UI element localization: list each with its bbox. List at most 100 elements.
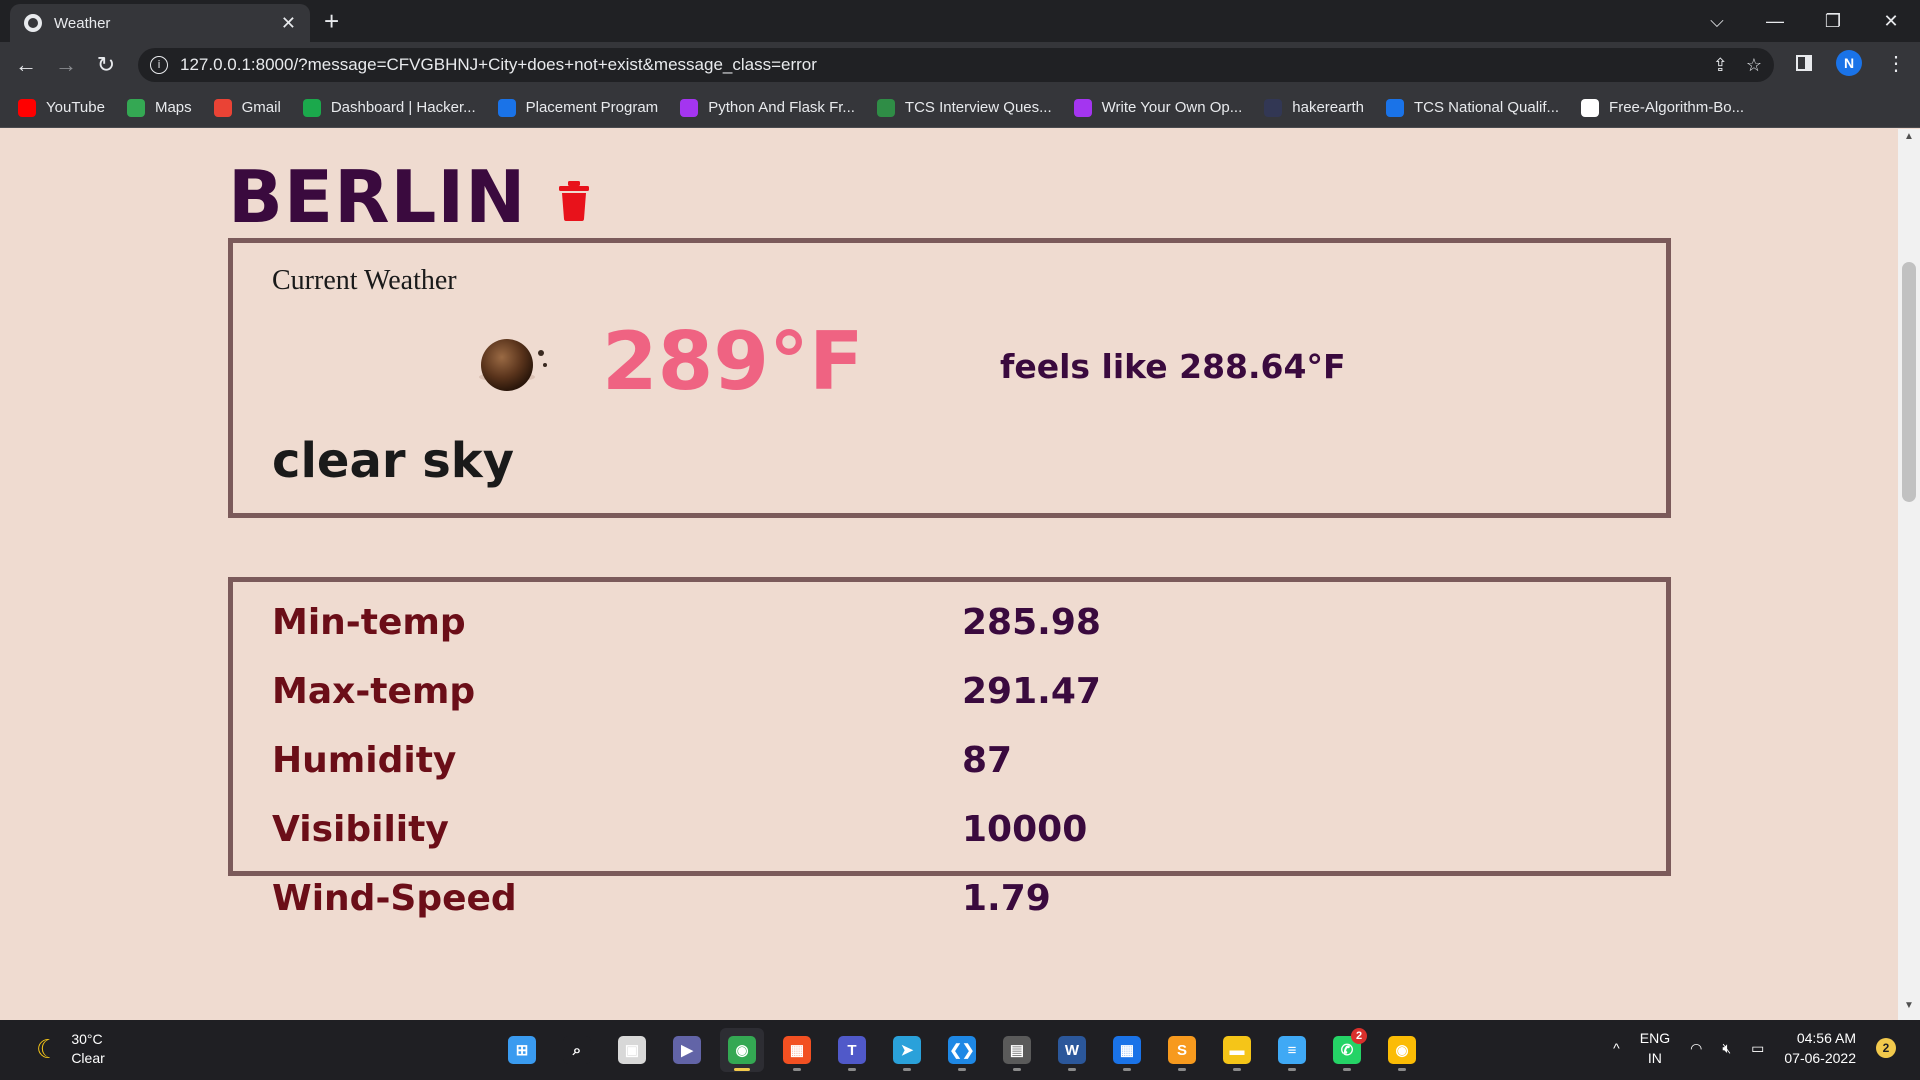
stat-value: 87: [962, 740, 1013, 781]
scroll-thumb[interactable]: [1902, 262, 1916, 502]
clock-date: 07-06-2022: [1784, 1050, 1856, 1066]
close-window-button[interactable]: ✕: [1862, 11, 1920, 32]
tcs-icon: [1385, 98, 1404, 117]
calculator-icon: ▤: [1003, 1036, 1031, 1064]
stat-row: Wind-Speed 1.79: [272, 878, 1632, 938]
notepad-app[interactable]: ≡: [1270, 1028, 1314, 1072]
vscode-app[interactable]: ❮❯: [940, 1028, 984, 1072]
bookmark-label: Free-Algorithm-Bo...: [1609, 99, 1745, 116]
bookmark-item[interactable]: Maps: [126, 98, 192, 117]
wifi-icon[interactable]: ◠: [1690, 1040, 1702, 1057]
bookmark-item[interactable]: Placement Program: [497, 98, 659, 117]
teams-app[interactable]: T: [830, 1028, 874, 1072]
bookmark-item[interactable]: TCS Interview Ques...: [876, 98, 1052, 117]
sublime-app[interactable]: S: [1160, 1028, 1204, 1072]
taskbar-weather-desc: Clear: [71, 1050, 105, 1066]
chrome-profile-app[interactable]: ◉: [1380, 1028, 1424, 1072]
running-indicator: [1178, 1068, 1186, 1071]
stat-label: Humidity: [272, 740, 457, 781]
profile-avatar[interactable]: N: [1836, 50, 1862, 76]
stat-value: 285.98: [962, 602, 1101, 643]
reload-button[interactable]: ↻: [86, 52, 126, 78]
running-indicator: [1233, 1068, 1241, 1071]
running-indicator: [1398, 1068, 1406, 1071]
scroll-down-arrow[interactable]: ▼: [1898, 1000, 1920, 1018]
bookmark-item[interactable]: Dashboard | Hacker...: [302, 98, 476, 117]
bookmark-label: YouTube: [46, 99, 105, 116]
clock-time: 04:56 AM: [1796, 1030, 1856, 1046]
gmail-icon: [213, 98, 232, 117]
bookmark-item[interactable]: TCS National Qualif...: [1385, 98, 1559, 117]
bookmark-item[interactable]: Write Your Own Op...: [1073, 98, 1243, 117]
volume-muted-icon[interactable]: 🔇︎: [1722, 1040, 1731, 1057]
store-app[interactable]: ▦: [775, 1028, 819, 1072]
restore-button[interactable]: ❐: [1804, 11, 1862, 32]
address-bar[interactable]: i 127.0.0.1:8000/?message=CFVGBHNJ+City+…: [138, 48, 1774, 82]
maps-icon: [126, 98, 145, 117]
placement-icon: [497, 98, 516, 117]
stat-row: Max-temp 291.47: [272, 671, 1632, 731]
new-tab-button[interactable]: +: [324, 6, 339, 37]
taskbar-weather-widget[interactable]: ☾ 30°C Clear: [36, 1030, 105, 1068]
bookmark-label: Dashboard | Hacker...: [330, 99, 476, 116]
back-button[interactable]: ←: [6, 52, 46, 78]
task-view-button[interactable]: ▣: [610, 1028, 654, 1072]
window-controls: ⌵ — ❐ ✕: [1688, 0, 1920, 42]
notepad-icon: ≡: [1278, 1036, 1306, 1064]
bookmark-item[interactable]: YouTube: [18, 98, 105, 117]
bookmark-item[interactable]: Free-Algorithm-Bo...: [1581, 98, 1745, 117]
calculator-app[interactable]: ▤: [995, 1028, 1039, 1072]
scroll-up-arrow[interactable]: ▲: [1898, 131, 1920, 149]
file-explorer-app[interactable]: ▬: [1215, 1028, 1259, 1072]
stat-label: Min-temp: [272, 602, 466, 643]
clock[interactable]: 04:56 AM 07-06-2022: [1784, 1028, 1856, 1068]
menu-icon[interactable]: ⋮: [1886, 51, 1906, 76]
chrome-app[interactable]: ◉: [720, 1028, 764, 1072]
side-panel-icon[interactable]: [1796, 55, 1812, 71]
page-scrollbar[interactable]: ▲ ▼: [1898, 129, 1920, 1020]
stat-row: Humidity 87: [272, 740, 1632, 800]
browser-tab[interactable]: Weather ✕: [10, 4, 310, 42]
vscode-icon: ❮❯: [948, 1036, 976, 1064]
search-button[interactable]: ⌕: [555, 1028, 599, 1072]
share-icon[interactable]: ⇪: [1713, 55, 1728, 76]
site-info-icon[interactable]: i: [150, 56, 168, 74]
chrome-profile-icon: ◉: [1388, 1036, 1416, 1064]
language-indicator[interactable]: ENG IN: [1640, 1028, 1670, 1068]
chat-app[interactable]: ▶: [665, 1028, 709, 1072]
stat-row: Visibility 10000: [272, 809, 1632, 869]
running-indicator: [1288, 1068, 1296, 1071]
minimize-button[interactable]: —: [1746, 11, 1804, 32]
tab-search-icon[interactable]: ⌵: [1688, 11, 1746, 32]
stat-value: 291.47: [962, 671, 1101, 712]
word-app[interactable]: W: [1050, 1028, 1094, 1072]
show-hidden-icons-icon[interactable]: ^: [1613, 1040, 1620, 1056]
stat-label: Max-temp: [272, 671, 476, 712]
url-text[interactable]: 127.0.0.1:8000/?message=CFVGBHNJ+City+do…: [180, 55, 1695, 75]
region-code: IN: [1647, 1050, 1662, 1066]
notification-badge[interactable]: 2: [1876, 1038, 1896, 1058]
teams-icon: T: [838, 1036, 866, 1064]
bookmark-item[interactable]: hakerearth: [1264, 98, 1364, 117]
battery-icon[interactable]: ▭: [1751, 1040, 1764, 1057]
bookmark-star-icon[interactable]: ☆: [1746, 55, 1762, 76]
whatsapp-app[interactable]: ✆ 2: [1325, 1028, 1369, 1072]
word-icon: W: [1058, 1036, 1086, 1064]
gfg-icon: [876, 98, 895, 117]
running-indicator: [958, 1068, 966, 1071]
forward-button[interactable]: →: [46, 52, 86, 78]
bookmark-item[interactable]: Python And Flask Fr...: [680, 98, 855, 117]
bookmark-item[interactable]: Gmail: [213, 98, 281, 117]
telegram-app[interactable]: ➤: [885, 1028, 929, 1072]
youtube-icon: [18, 98, 36, 117]
trash-icon[interactable]: [558, 181, 590, 221]
browser-tab-strip: Weather ✕ + ⌵ — ❐ ✕: [0, 0, 1920, 42]
bookmark-label: Placement Program: [525, 99, 659, 116]
clear-night-icon: [479, 339, 547, 391]
start-button[interactable]: ⊞: [500, 1028, 544, 1072]
calendar-app[interactable]: ▦: [1105, 1028, 1149, 1072]
bookmark-label: Write Your Own Op...: [1101, 99, 1243, 116]
close-tab-icon[interactable]: ✕: [281, 13, 296, 34]
running-indicator: [1123, 1068, 1131, 1071]
hackerearth-icon: [1264, 98, 1283, 117]
